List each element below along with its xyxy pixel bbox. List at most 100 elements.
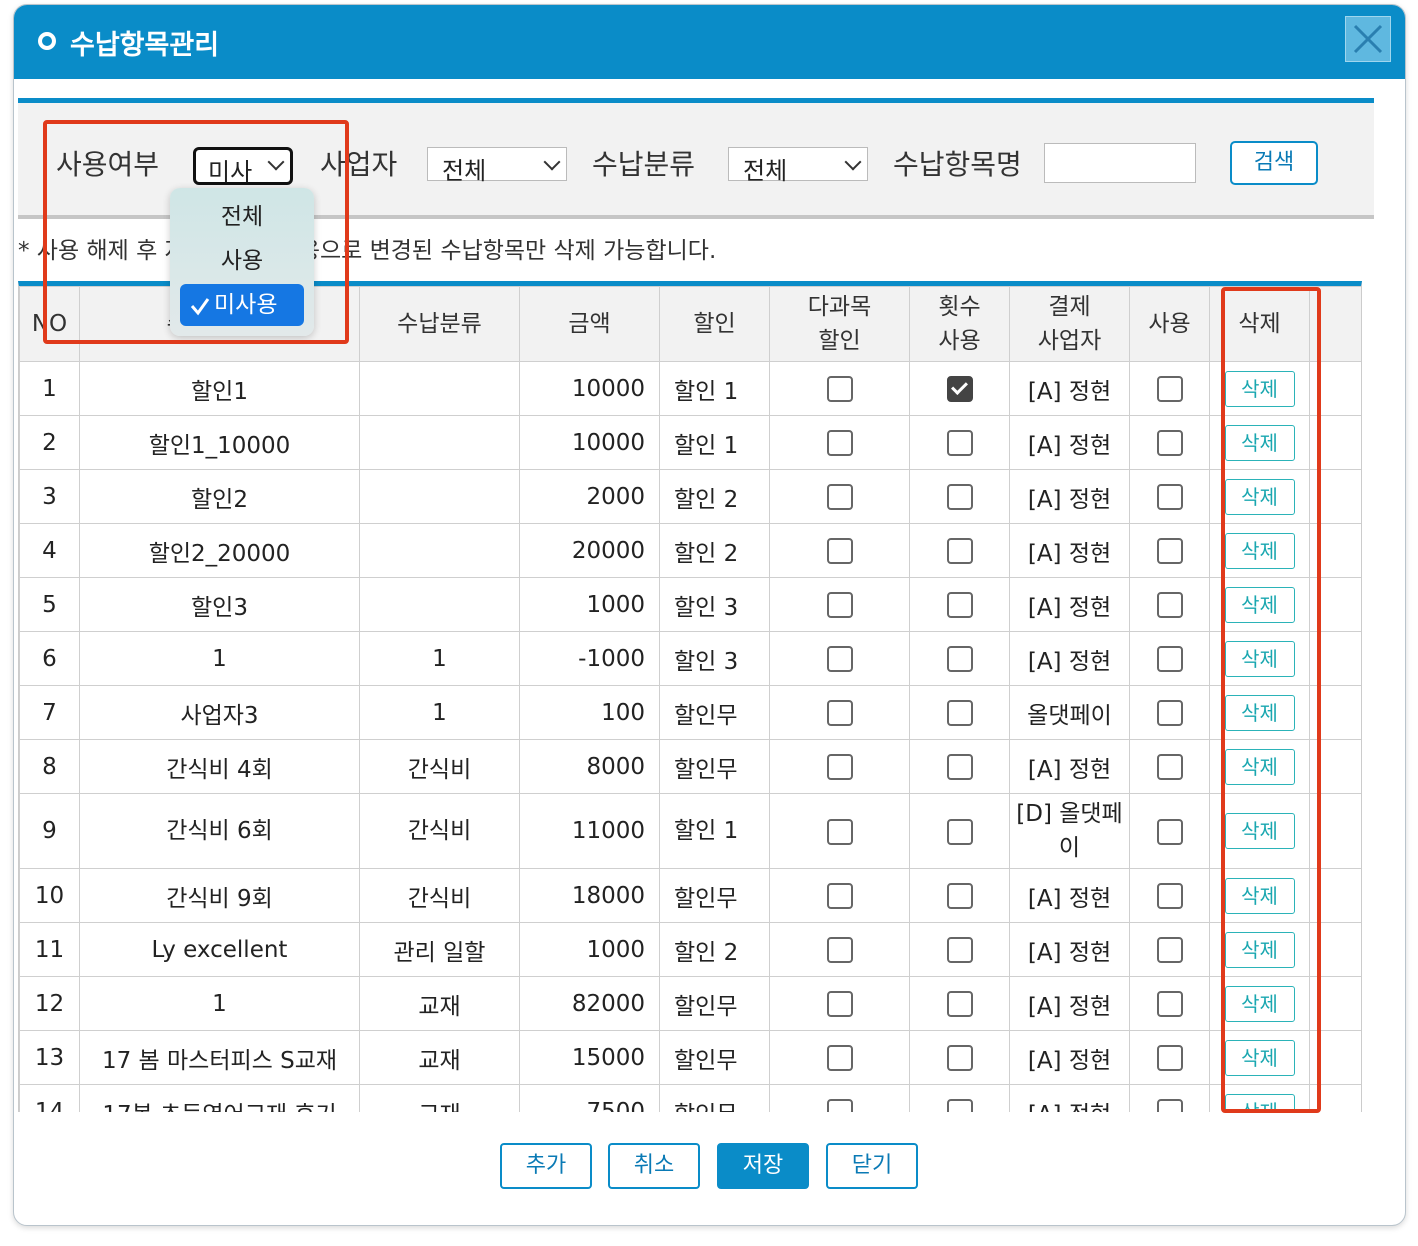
count-usage-checkbox[interactable] bbox=[946, 1098, 973, 1112]
use-checkbox[interactable] bbox=[1156, 699, 1183, 726]
use-checkbox[interactable] bbox=[1156, 537, 1183, 564]
usage-filter-highlight bbox=[43, 120, 349, 344]
table-row: 13 17 봄 마스터피스 S교재 교재 15000 할인무 [A] 정현 삭제 bbox=[19, 1030, 1361, 1085]
multi-subject-discount-cell bbox=[769, 793, 910, 869]
use-checkbox[interactable] bbox=[1156, 990, 1183, 1017]
multi-subject-discount-checkbox[interactable] bbox=[826, 591, 853, 618]
count-usage-cell bbox=[909, 631, 1010, 686]
multi-subject-discount-cell bbox=[769, 922, 910, 977]
item-category bbox=[359, 523, 520, 578]
count-usage-cell bbox=[909, 415, 1010, 470]
row-number: 4 bbox=[19, 523, 80, 578]
multi-subject-discount-checkbox[interactable] bbox=[826, 936, 853, 963]
payment-business: [A] 정현 bbox=[1009, 469, 1130, 524]
item-amount: 1000 bbox=[519, 922, 660, 977]
count-usage-checkbox[interactable] bbox=[946, 591, 973, 618]
count-usage-checkbox[interactable] bbox=[946, 429, 973, 456]
payment-items-table: NO수납항목명수납분류금액할인다과목할인횟수사용결제사업자사용삭제 1할인110… bbox=[18, 281, 1362, 1112]
column-header: 금액 bbox=[519, 286, 660, 362]
item-name: 할인1_10000 bbox=[79, 415, 360, 470]
chevron-down-icon bbox=[844, 153, 862, 171]
item-discount: 할인 2 bbox=[659, 469, 770, 524]
use-checkbox[interactable] bbox=[1156, 483, 1183, 510]
multi-subject-discount-checkbox[interactable] bbox=[826, 429, 853, 456]
item-category: 교재 bbox=[359, 1084, 520, 1112]
use-checkbox[interactable] bbox=[1156, 882, 1183, 909]
use-checkbox[interactable] bbox=[1156, 645, 1183, 672]
row-number: 6 bbox=[19, 631, 80, 686]
category-select[interactable]: 전체 bbox=[728, 147, 868, 185]
use-checkbox[interactable] bbox=[1156, 818, 1183, 845]
column-header: 수납분류 bbox=[359, 286, 520, 362]
item-name: Ly excellent bbox=[79, 922, 360, 977]
count-usage-checkbox[interactable] bbox=[946, 483, 973, 510]
count-usage-checkbox[interactable] bbox=[946, 990, 973, 1017]
row-number: 3 bbox=[19, 469, 80, 524]
category-label: 수납분류 bbox=[592, 148, 696, 181]
count-usage-cell bbox=[909, 469, 1010, 524]
search-button[interactable]: 검색 bbox=[1230, 141, 1318, 185]
multi-subject-discount-checkbox[interactable] bbox=[826, 483, 853, 510]
count-usage-checkbox[interactable] bbox=[946, 1044, 973, 1071]
item-name-label: 수납항목명 bbox=[893, 148, 1022, 181]
multi-subject-discount-checkbox[interactable] bbox=[826, 537, 853, 564]
multi-subject-discount-checkbox[interactable] bbox=[826, 645, 853, 672]
count-usage-checkbox[interactable] bbox=[946, 699, 973, 726]
column-header: 할인 bbox=[659, 286, 770, 362]
use-cell bbox=[1129, 469, 1210, 524]
item-amount: 8000 bbox=[519, 739, 660, 794]
use-checkbox[interactable] bbox=[1156, 936, 1183, 963]
biz-select[interactable]: 전체 bbox=[427, 147, 567, 185]
use-cell bbox=[1129, 361, 1210, 416]
payment-business: [A] 정현 bbox=[1009, 577, 1130, 632]
item-name: 1 bbox=[79, 976, 360, 1031]
use-cell bbox=[1129, 976, 1210, 1031]
row-number: 5 bbox=[19, 577, 80, 632]
count-usage-checkbox[interactable] bbox=[946, 936, 973, 963]
item-category: 1 bbox=[359, 631, 520, 686]
multi-subject-discount-cell bbox=[769, 361, 910, 416]
multi-subject-discount-checkbox[interactable] bbox=[826, 1098, 853, 1112]
multi-subject-discount-checkbox[interactable] bbox=[826, 375, 853, 402]
use-checkbox[interactable] bbox=[1156, 429, 1183, 456]
multi-subject-discount-checkbox[interactable] bbox=[826, 699, 853, 726]
close-dialog-button[interactable]: 닫기 bbox=[826, 1143, 918, 1189]
item-discount: 할인 3 bbox=[659, 631, 770, 686]
count-usage-checkbox[interactable] bbox=[946, 753, 973, 780]
item-amount: 100 bbox=[519, 685, 660, 740]
use-checkbox[interactable] bbox=[1156, 753, 1183, 780]
item-name: 17 봄 마스터피스 S교재 bbox=[79, 1030, 360, 1085]
use-checkbox[interactable] bbox=[1156, 591, 1183, 618]
use-checkbox[interactable] bbox=[1156, 375, 1183, 402]
count-usage-checkbox[interactable] bbox=[946, 645, 973, 672]
close-button[interactable] bbox=[1345, 16, 1391, 62]
multi-subject-discount-cell bbox=[769, 685, 910, 740]
multi-subject-discount-checkbox[interactable] bbox=[826, 882, 853, 909]
multi-subject-discount-checkbox[interactable] bbox=[826, 1044, 853, 1071]
use-checkbox[interactable] bbox=[1156, 1098, 1183, 1112]
payment-business: [A] 정현 bbox=[1009, 922, 1130, 977]
item-name: 할인1 bbox=[79, 361, 360, 416]
row-number: 10 bbox=[19, 868, 80, 923]
count-usage-checkbox[interactable] bbox=[946, 882, 973, 909]
cancel-button[interactable]: 취소 bbox=[608, 1143, 700, 1189]
multi-subject-discount-checkbox[interactable] bbox=[826, 990, 853, 1017]
add-button[interactable]: 추가 bbox=[500, 1143, 592, 1189]
item-amount: 10000 bbox=[519, 415, 660, 470]
use-cell bbox=[1129, 1030, 1210, 1085]
item-name-input[interactable] bbox=[1044, 143, 1196, 183]
count-usage-checkbox[interactable] bbox=[946, 537, 973, 564]
use-checkbox[interactable] bbox=[1156, 1044, 1183, 1071]
save-button[interactable]: 저장 bbox=[717, 1143, 809, 1189]
count-usage-checkbox[interactable] bbox=[946, 818, 973, 845]
item-discount: 할인 2 bbox=[659, 523, 770, 578]
payment-business: [A] 정현 bbox=[1009, 361, 1130, 416]
item-discount: 할인 1 bbox=[659, 793, 770, 869]
item-amount: 18000 bbox=[519, 868, 660, 923]
count-usage-checkbox[interactable] bbox=[946, 375, 973, 402]
multi-subject-discount-checkbox[interactable] bbox=[826, 753, 853, 780]
title-bullet-icon bbox=[38, 32, 56, 50]
multi-subject-discount-checkbox[interactable] bbox=[826, 818, 853, 845]
title-bar: 수납항목관리 bbox=[14, 5, 1405, 79]
payment-business: [A] 정현 bbox=[1009, 523, 1130, 578]
